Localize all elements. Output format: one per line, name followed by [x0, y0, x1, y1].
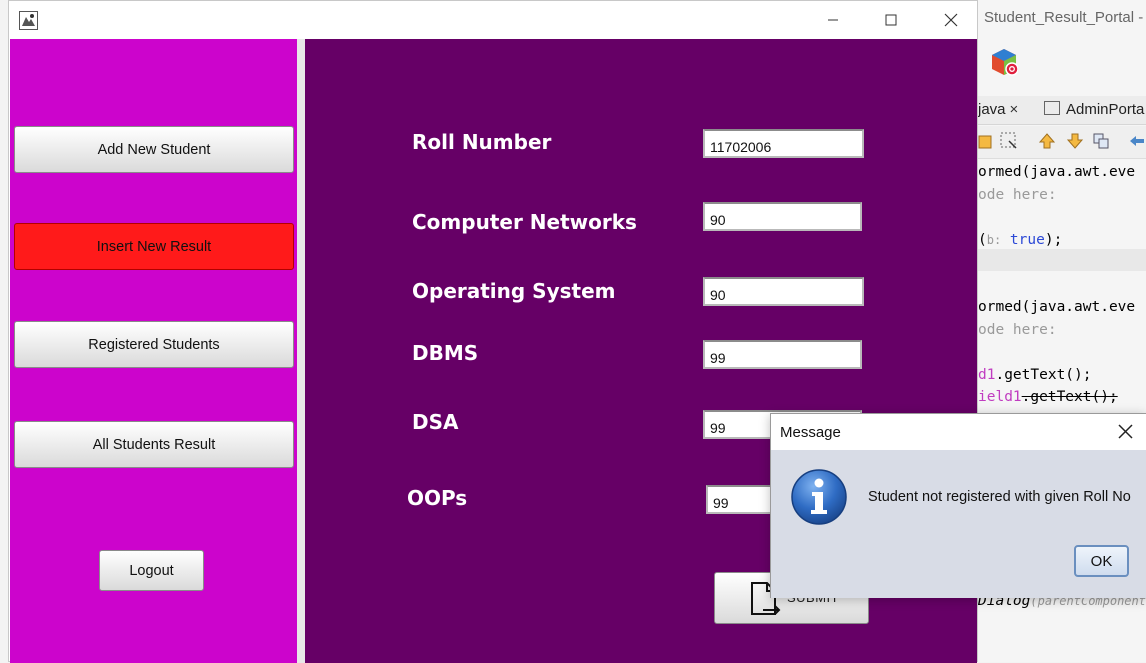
code-text: .getText(); — [995, 367, 1092, 383]
dbms-input[interactable] — [703, 340, 862, 369]
ide-tab-label: java — [978, 101, 1006, 118]
message-dialog: Message Student not registered with give… — [770, 413, 1146, 598]
panel-divider — [297, 39, 305, 663]
netbeans-logo-icon — [992, 49, 1018, 76]
computer-networks-label: Computer Networks — [412, 210, 637, 234]
ok-button[interactable]: OK — [1074, 545, 1129, 577]
java-file-icon — [1044, 101, 1060, 115]
code-identifier: ield1 — [978, 389, 1022, 405]
ide-editor-tabs: java × AdminPorta — [978, 96, 1146, 125]
code-divider — [978, 249, 1146, 271]
code-line: ield1.getText(); — [978, 389, 1118, 405]
add-new-student-button[interactable]: Add New Student — [14, 126, 294, 173]
code-text: .getText(); — [1021, 389, 1118, 405]
toggle-highlight-icon[interactable] — [1092, 132, 1110, 150]
dialog-titlebar[interactable]: Message — [771, 414, 1146, 450]
close-icon[interactable] — [1117, 423, 1134, 440]
minimize-icon[interactable] — [823, 11, 843, 29]
sidebar: Add New Student Insert New Result Regist… — [10, 39, 297, 663]
dialog-title: Message — [780, 424, 841, 441]
ide-tab-label: AdminPorta — [1066, 101, 1145, 118]
close-icon[interactable]: × — [1010, 101, 1019, 118]
code-line: ormed(java.awt.eve — [978, 299, 1135, 315]
code-line: ode here: — [978, 322, 1057, 338]
operating-system-input[interactable] — [703, 277, 864, 306]
ide-editor-toolbar — [978, 126, 1146, 159]
ide-tab-java[interactable]: java × — [978, 101, 1018, 118]
code-line: d1.getText(); — [978, 367, 1092, 383]
info-icon — [791, 469, 847, 525]
select-icon[interactable] — [1000, 132, 1018, 150]
dialog-message: Student not registered with given Roll N… — [868, 489, 1131, 505]
previous-occurrence-icon[interactable] — [1038, 132, 1056, 150]
code-text: ormed(java.awt.eve — [978, 299, 1136, 315]
code-keyword: true — [1001, 232, 1045, 248]
dialog-body: Student not registered with given Roll N… — [771, 450, 1146, 598]
computer-networks-input[interactable] — [703, 202, 862, 231]
dsa-label: DSA — [412, 410, 459, 434]
code-comment: ode here: — [978, 322, 1057, 338]
close-icon[interactable] — [941, 11, 961, 29]
roll-number-label: Roll Number — [412, 130, 552, 154]
param-hint: b: — [986, 233, 1002, 247]
code-line: (b: true); — [978, 232, 1062, 248]
oops-label: OOPs — [407, 486, 468, 510]
insert-new-result-button[interactable]: Insert New Result — [14, 223, 294, 270]
next-occurrence-icon[interactable] — [1066, 132, 1084, 150]
ide-tab-adminportal[interactable]: AdminPorta — [1044, 101, 1144, 118]
window-titlebar[interactable] — [9, 1, 977, 39]
code-line: ormed(java.awt.eve — [978, 164, 1135, 180]
logout-button[interactable]: Logout — [99, 550, 204, 591]
code-line: ode here: — [978, 187, 1057, 203]
maximize-icon[interactable] — [881, 11, 901, 29]
operating-system-label: Operating System — [412, 279, 616, 303]
dbms-label: DBMS — [412, 341, 479, 365]
roll-number-input[interactable] — [703, 129, 864, 158]
registered-students-button[interactable]: Registered Students — [14, 321, 294, 368]
toggle-bookmark-icon[interactable] — [978, 132, 996, 150]
code-text: ( — [978, 232, 987, 248]
all-students-result-button[interactable]: All Students Result — [14, 421, 294, 468]
code-text: ); — [1044, 232, 1063, 248]
code-text: ormed(java.awt.eve — [978, 164, 1136, 180]
ide-title: Student_Result_Portal - A — [984, 9, 1146, 26]
shift-left-icon[interactable] — [1128, 132, 1146, 150]
java-app-icon — [19, 11, 38, 30]
code-comment: ode here: — [978, 187, 1057, 203]
code-identifier: d1 — [978, 367, 996, 383]
